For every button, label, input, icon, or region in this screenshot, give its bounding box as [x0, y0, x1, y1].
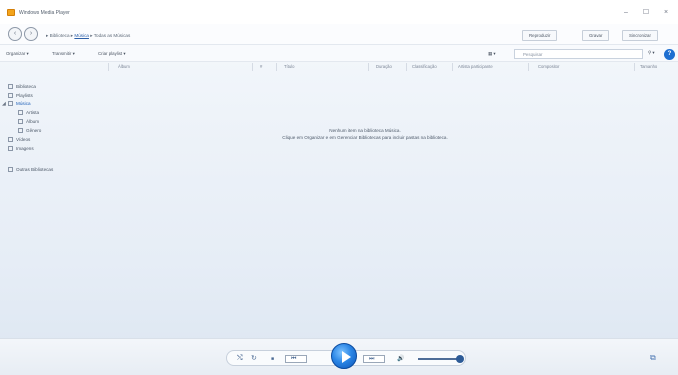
help-icon[interactable]: ?	[664, 49, 675, 60]
search-icon[interactable]: ⚲ ▾	[648, 50, 655, 56]
video-icon	[8, 137, 13, 142]
column-header-title[interactable]: Título	[284, 64, 294, 69]
column-headers: Álbum # Título Duração Classificação Art…	[0, 62, 678, 73]
music-icon	[8, 101, 13, 106]
forward-button[interactable]: ›	[24, 27, 38, 41]
create-playlist-menu[interactable]: Criar playlist ▾	[98, 51, 126, 57]
switch-to-now-playing-icon[interactable]: ⧉	[650, 353, 656, 363]
column-divider	[452, 63, 453, 71]
genre-icon	[18, 128, 23, 133]
column-divider	[368, 63, 369, 71]
empty-message-line-1: Nenhum item na biblioteca Música.	[329, 128, 401, 133]
library-icon	[8, 84, 13, 89]
album-icon	[18, 119, 23, 124]
stop-icon[interactable]: ■	[271, 355, 274, 363]
nav-item-genre[interactable]: Gênero	[18, 128, 41, 133]
nav-item-artist[interactable]: Artista	[18, 110, 39, 115]
view-options-icon[interactable]: ▦ ▾	[488, 51, 496, 57]
player-controls-bar: ⤭ ↻ ■ ⏮ ⏭ 🔊 ⧉	[0, 338, 678, 375]
breadcrumb-current[interactable]: Música	[74, 33, 89, 38]
column-divider	[252, 63, 253, 71]
next-button[interactable]: ⏭	[363, 355, 385, 363]
column-header-album[interactable]: Álbum	[118, 64, 130, 69]
media-player-app-icon	[7, 9, 15, 16]
picture-icon	[8, 146, 13, 151]
column-header-length[interactable]: Duração	[376, 64, 392, 69]
column-divider	[108, 63, 109, 71]
column-divider	[634, 63, 635, 71]
column-divider	[276, 63, 277, 71]
volume-slider-track[interactable]	[418, 358, 458, 360]
tab-play[interactable]: Reproduzir	[522, 30, 558, 41]
column-header-contributing-artist[interactable]: Artista participante	[458, 64, 493, 69]
play-icon	[342, 351, 351, 363]
other-libraries-icon	[8, 167, 13, 172]
navigation-bar: ‹ › ▸ Biblioteca ▸ Música ▸ Todas as Mús…	[0, 24, 678, 44]
playlist-icon	[8, 93, 13, 98]
back-button[interactable]: ‹	[8, 27, 22, 41]
nav-item-library[interactable]: Biblioteca	[8, 84, 36, 89]
column-header-rating[interactable]: Classificação	[412, 64, 437, 69]
breadcrumb-tail[interactable]: Todas as Músicas	[94, 33, 131, 38]
column-divider	[528, 63, 529, 71]
organize-menu[interactable]: Organizar ▾	[6, 51, 29, 57]
repeat-icon[interactable]: ↻	[251, 355, 257, 363]
empty-library-message: Nenhum item na biblioteca Música. Clique…	[200, 127, 530, 141]
expand-arrow-icon[interactable]: ◢	[2, 101, 6, 107]
tab-sync[interactable]: Sincronizar	[622, 30, 658, 41]
column-header-size[interactable]: Tamanho	[640, 64, 657, 69]
next-icon: ⏭	[369, 356, 375, 362]
nav-item-pictures[interactable]: Imagens	[8, 146, 34, 151]
nav-item-music[interactable]: Música	[8, 101, 31, 106]
media-player-window: Windows Media Player – ☐ × ‹ › ▸ Bibliot…	[0, 0, 678, 375]
mute-icon[interactable]: 🔊	[397, 355, 404, 363]
column-divider	[406, 63, 407, 71]
nav-item-other-libraries[interactable]: Outras Bibliotecas	[8, 167, 53, 172]
column-header-number[interactable]: #	[260, 64, 262, 69]
previous-icon: ⏮	[291, 356, 297, 362]
search-placeholder: Pesquisar	[523, 52, 543, 57]
nav-item-playlists[interactable]: Playlists	[8, 93, 33, 98]
search-input[interactable]: Pesquisar	[514, 49, 643, 59]
stream-menu[interactable]: Transmitir ▾	[52, 51, 75, 57]
play-button[interactable]	[331, 343, 357, 369]
previous-button[interactable]: ⏮	[285, 355, 307, 363]
minimize-button[interactable]: –	[620, 8, 632, 17]
nav-item-videos[interactable]: Vídeos	[8, 137, 30, 142]
artist-icon	[18, 110, 23, 115]
maximize-button[interactable]: ☐	[640, 8, 652, 17]
breadcrumb: ▸ Biblioteca ▸ Música ▸ Todas as Músicas	[46, 33, 130, 39]
shuffle-icon[interactable]: ⤭	[237, 355, 243, 363]
breadcrumb-root[interactable]: Biblioteca	[50, 33, 70, 38]
close-button[interactable]: ×	[660, 8, 672, 17]
nav-item-album[interactable]: Álbum	[18, 119, 39, 124]
window-title: Windows Media Player	[19, 10, 70, 16]
tab-burn[interactable]: Gravar	[582, 30, 610, 41]
volume-slider-handle[interactable]	[456, 355, 464, 363]
title-bar: Windows Media Player – ☐ ×	[0, 0, 678, 24]
toolbar: Organizar ▾ Transmitir ▾ Criar playlist …	[0, 44, 678, 62]
empty-message-line-2: Clique em Organizar e em Gerenciar Bibli…	[282, 135, 448, 140]
navigation-pane: Biblioteca Playlists ◢ Música Artista Ál…	[0, 73, 112, 338]
column-header-composer[interactable]: Compositor	[538, 64, 559, 69]
